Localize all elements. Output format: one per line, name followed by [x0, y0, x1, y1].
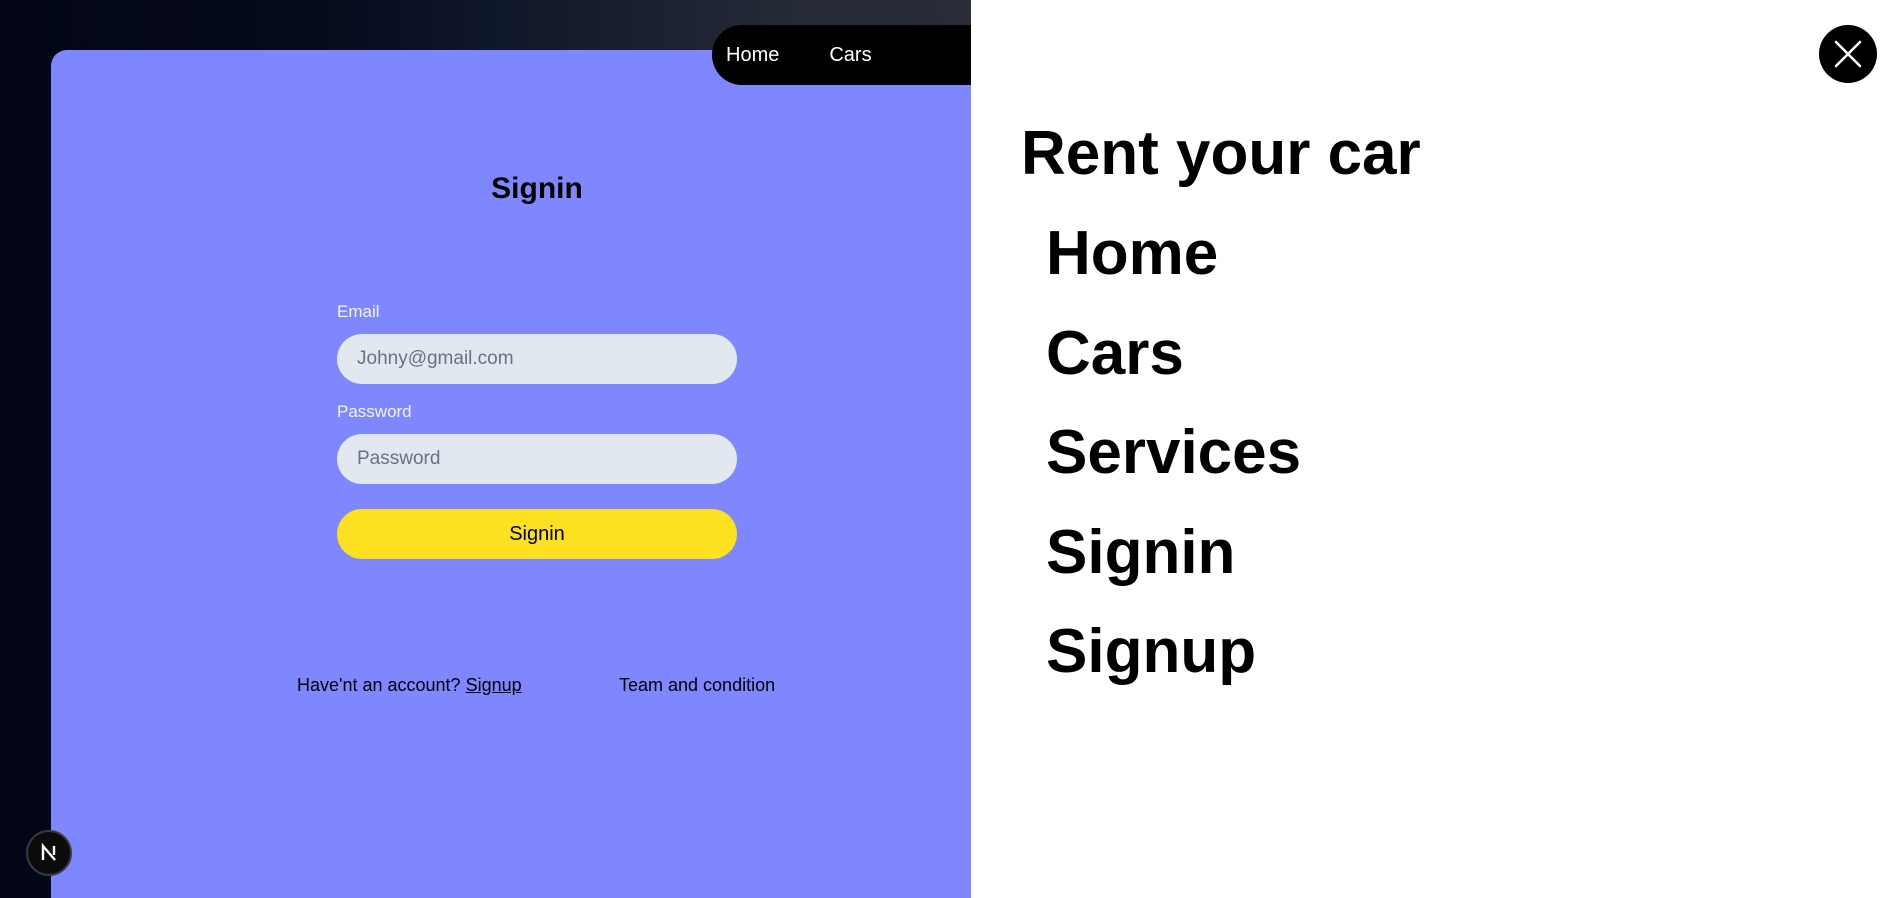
n-letter-icon — [41, 842, 56, 861]
menu-item: Signup — [1046, 616, 1301, 716]
menu-item-signin[interactable]: Signin — [1046, 517, 1235, 589]
terms-link[interactable]: Team and condition — [619, 675, 775, 696]
signup-link[interactable]: Signup — [466, 675, 522, 695]
signin-button[interactable]: Signin — [337, 509, 737, 559]
close-menu-button[interactable] — [1819, 25, 1877, 83]
menu-item: Services — [1046, 417, 1301, 517]
close-icon — [1834, 40, 1862, 68]
menu-item: Cars — [1046, 318, 1301, 418]
menu-item-services[interactable]: Services — [1046, 417, 1301, 489]
top-nav-home-link[interactable]: Home — [726, 44, 779, 67]
signin-title: Signin — [491, 172, 583, 205]
email-label: Email — [337, 302, 380, 321]
no-account-text: Have'nt an account? — [297, 675, 461, 695]
menu-item: Home — [1046, 218, 1301, 318]
nextjs-logo-icon[interactable] — [26, 830, 72, 876]
password-field[interactable] — [337, 434, 737, 484]
side-menu: Rent your car Home Cars Services Signin … — [971, 0, 1901, 898]
menu-brand-title: Rent your car — [1021, 119, 1421, 188]
password-label: Password — [337, 402, 412, 421]
top-nav-cars-link[interactable]: Cars — [829, 44, 871, 67]
top-nav: Home Cars — [712, 25, 1012, 85]
menu-item-cars[interactable]: Cars — [1046, 318, 1184, 390]
menu-item-home[interactable]: Home — [1046, 218, 1218, 290]
signup-prompt: Have'nt an account? Signup — [297, 675, 522, 696]
menu-item: Signin — [1046, 517, 1301, 617]
email-field[interactable] — [337, 334, 737, 384]
menu-item-signup[interactable]: Signup — [1046, 616, 1256, 688]
menu-list: Home Cars Services Signin Signup — [1046, 218, 1301, 716]
